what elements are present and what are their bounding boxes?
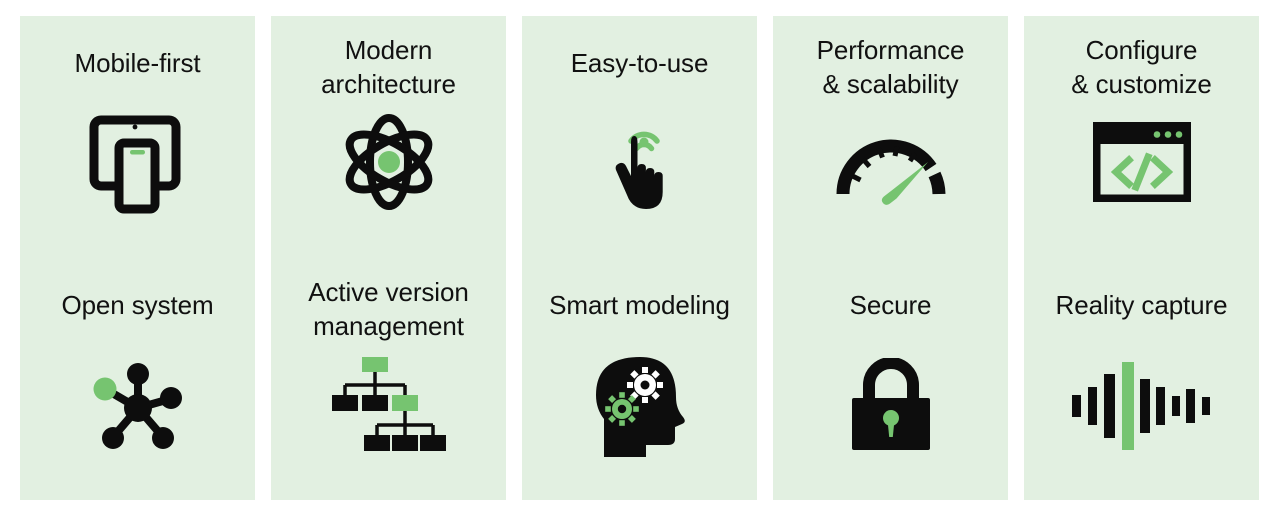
feature-card-icon-wrap (271, 344, 506, 464)
feature-card-icon-wrap (1024, 346, 1259, 466)
feature-card-title: Easy-to-use (570, 48, 709, 78)
feature-card-title: Configure & customize (1071, 35, 1212, 99)
padlock-icon (847, 358, 935, 454)
feature-card-icon-wrap (773, 102, 1008, 222)
network-hub-icon (88, 358, 188, 454)
feature-card[interactable]: Performance & scalability (773, 16, 1008, 258)
feature-card-icon-wrap (20, 346, 255, 466)
tap-hand-icon (604, 112, 676, 216)
feature-card-icon-wrap (522, 104, 757, 224)
feature-card-icon-wrap (20, 104, 255, 224)
feature-card[interactable]: Active version management (271, 258, 506, 500)
feature-card-title: Secure (849, 290, 932, 320)
feature-card[interactable]: Reality capture (1024, 258, 1259, 500)
feature-card-grid: Mobile-first Modern architecture Easy-to-u… (20, 16, 1261, 500)
waveform-icon (1072, 362, 1211, 450)
feature-card[interactable]: Open system (20, 258, 255, 500)
feature-card-icon-wrap (1024, 102, 1259, 222)
feature-card[interactable]: Configure & customize (1024, 16, 1259, 258)
feature-card-icon-wrap (522, 346, 757, 466)
feature-card-title: Modern architecture (321, 35, 456, 99)
feature-card-title: Reality capture (1055, 290, 1228, 320)
tablet-phone-icon (88, 112, 188, 216)
gauge-icon (835, 118, 947, 206)
code-window-icon (1092, 122, 1191, 202)
feature-card[interactable]: Modern architecture (271, 16, 506, 258)
feature-card-title: Smart modeling (549, 290, 730, 320)
feature-card-icon-wrap (773, 346, 1008, 466)
feature-card[interactable]: Easy-to-use (522, 16, 757, 258)
feature-card-title: Active version management (308, 277, 469, 341)
head-gears-icon (590, 353, 690, 459)
feature-card-title: Mobile-first (74, 48, 201, 78)
feature-card[interactable]: Secure (773, 258, 1008, 500)
feature-card-title: Performance & scalability (816, 35, 965, 99)
atom-icon (339, 112, 439, 212)
feature-card[interactable]: Smart modeling (522, 258, 757, 500)
feature-card-icon-wrap (271, 102, 506, 222)
feature-card-title: Open system (61, 290, 214, 320)
feature-card[interactable]: Mobile-first (20, 16, 255, 258)
hierarchy-tree-icon (330, 355, 448, 453)
